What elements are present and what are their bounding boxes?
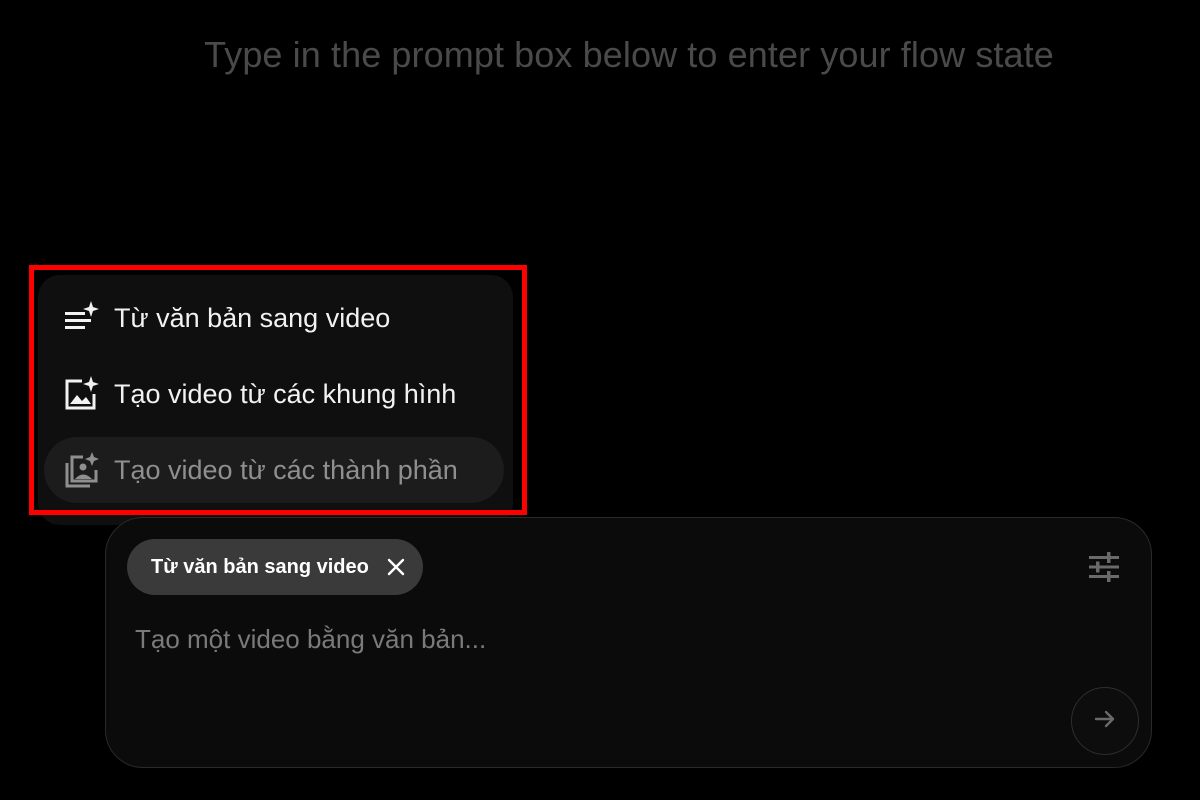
page-headline: Type in the prompt box below to enter yo…	[204, 34, 1054, 75]
page: Type in the prompt box below to enter yo…	[0, 0, 1200, 800]
arrow-right-icon	[1092, 706, 1118, 737]
send-button[interactable]	[1071, 687, 1139, 755]
menu-item-text-to-video[interactable]: Từ văn bản sang video	[44, 285, 504, 351]
mode-chip[interactable]: Từ văn bản sang video	[127, 539, 423, 595]
prompt-box: Từ văn bản sang video	[105, 517, 1152, 768]
menu-item-label: Tạo video từ các khung hình	[114, 378, 457, 409]
settings-sliders-icon[interactable]	[1087, 550, 1121, 584]
close-icon[interactable]	[385, 556, 407, 578]
menu-item-label: Từ văn bản sang video	[114, 302, 391, 333]
prompt-input[interactable]	[133, 618, 1037, 660]
mode-chip-label: Từ văn bản sang video	[151, 555, 369, 578]
image-sparkle-icon	[61, 374, 101, 414]
text-sparkle-icon	[61, 298, 101, 338]
image-stack-sparkle-icon	[61, 450, 101, 490]
menu-item-frames-to-video[interactable]: Tạo video từ các khung hình	[44, 361, 504, 427]
mode-dropdown-menu: Từ văn bản sang video Tạo video từ các k…	[38, 275, 513, 525]
menu-item-label: Tạo video từ các thành phần	[114, 454, 458, 485]
menu-item-ingredients-to-video[interactable]: Tạo video từ các thành phần	[44, 437, 504, 503]
